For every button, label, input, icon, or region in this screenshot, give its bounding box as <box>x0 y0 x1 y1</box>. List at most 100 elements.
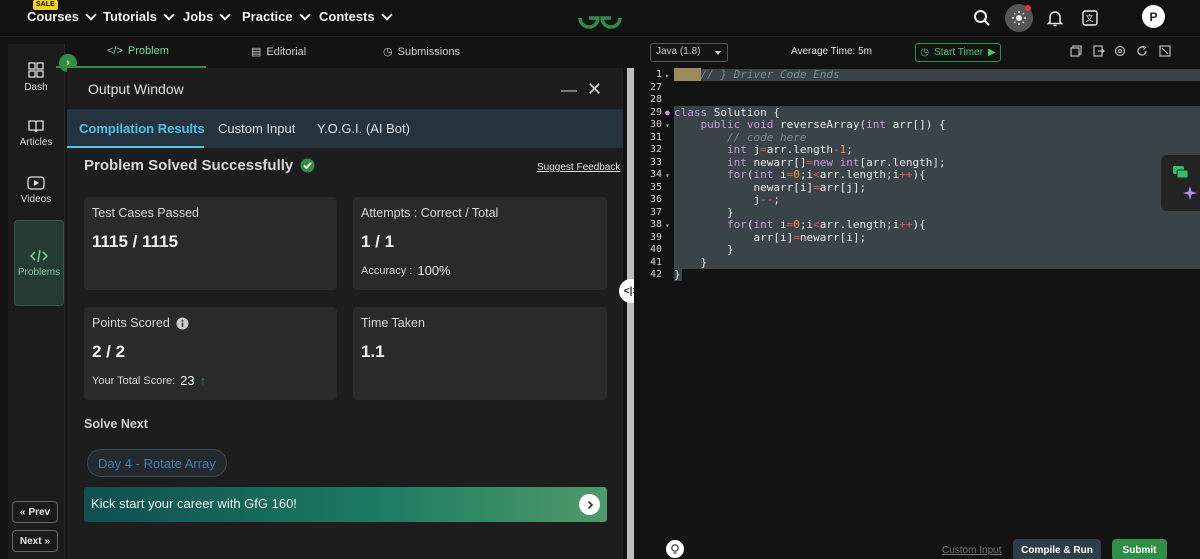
document-icon: ▤ <box>251 46 262 58</box>
submit-label: Submit <box>1122 544 1157 556</box>
chevron-down-icon <box>298 8 311 21</box>
tab-editorial[interactable]: ▤ Editorial <box>251 45 306 59</box>
card-label: Test Cases Passed <box>92 206 199 220</box>
submit-button[interactable]: Submit <box>1112 539 1167 559</box>
search-icon[interactable] <box>970 6 994 30</box>
line-number: 40 <box>649 244 662 255</box>
settings-icon[interactable] <box>1114 45 1126 57</box>
tab-problem[interactable]: </> Problem <box>107 45 169 57</box>
line-number: 32 <box>649 144 662 155</box>
compile-run-label: Compile & Run <box>1021 544 1093 556</box>
rail-label: Articles <box>19 136 53 148</box>
double-chevron-right-icon: » <box>44 535 51 547</box>
timer-icon: ◷ <box>920 47 930 58</box>
nav-tutorials[interactable]: Tutorials <box>103 8 175 24</box>
prev-button[interactable]: «Prev <box>12 501 58 523</box>
card-label-row: Points Scored <box>92 316 189 330</box>
language-select[interactable]: Java (1.8) <box>650 43 728 62</box>
card-value: 1115 / 1115 <box>92 232 179 251</box>
tab-yogi-ai-bot[interactable]: Y.O.G.I. (AI Bot) <box>317 121 410 136</box>
panel-scrollbar[interactable] <box>627 68 634 559</box>
book-icon <box>28 119 44 132</box>
fold-arrow-icon[interactable]: ▾ <box>665 171 670 180</box>
line-number: 36 <box>649 194 662 205</box>
avatar[interactable]: P <box>1142 5 1165 28</box>
rail-item-videos[interactable]: Videos <box>8 161 64 219</box>
translate-icon[interactable]: 文 <box>1078 6 1102 30</box>
line-gutter: 1 27 28 29 30 31 32 33 34 35 36 37 38 39… <box>634 66 672 536</box>
points-card: Points Scored 2 / 2 Your Total Score: 23 ↑ <box>84 307 337 400</box>
language-value: Java (1.8) <box>656 46 701 57</box>
reset-icon[interactable] <box>1136 45 1148 57</box>
copy-icon[interactable] <box>1070 45 1082 57</box>
nav-courses[interactable]: Courses <box>27 8 97 24</box>
banner-text: Kick start your career with GfG 160! <box>91 496 297 511</box>
card-value: 1.1 <box>361 342 385 361</box>
custom-input-link[interactable]: Custom Input <box>942 545 1001 556</box>
info-icon[interactable] <box>176 317 189 330</box>
theme-toggle-icon[interactable] <box>1005 4 1033 32</box>
accuracy-value: 100% <box>417 263 451 278</box>
status-message: Problem Solved Successfully <box>84 157 315 174</box>
line-number: 33 <box>649 156 662 168</box>
top-navigation: SALE Courses Tutorials Jobs Practice Con… <box>0 0 1200 37</box>
chevron-down-icon <box>219 8 232 21</box>
compile-run-button[interactable]: Compile & Run <box>1013 539 1101 559</box>
fold-arrow-icon[interactable]: ▾ <box>665 221 670 230</box>
ai-chat-button[interactable] <box>1161 155 1200 211</box>
status-text: Problem Solved Successfully <box>84 157 294 174</box>
next-button[interactable]: Next» <box>12 530 58 552</box>
average-time: Average Time: 5m <box>791 46 872 57</box>
suggest-feedback-link[interactable]: Suggest Feedback <box>537 162 620 173</box>
chevron-right-icon[interactable] <box>579 494 600 515</box>
line-number: 39 <box>649 231 662 243</box>
minimize-icon[interactable]: — <box>561 82 577 100</box>
close-icon[interactable]: ✕ <box>587 79 602 100</box>
total-score-row: Your Total Score: 23 ↑ <box>92 373 206 388</box>
double-chevron-left-icon: « <box>19 506 26 518</box>
left-rail: Dash Articles Videos Problems «Prev Next… <box>8 44 65 559</box>
fold-arrow-icon[interactable]: ▸ <box>665 71 670 80</box>
code-line: <..>// } Driver Code Ends <box>674 68 840 81</box>
line-number: 27 <box>649 81 662 93</box>
next-problem-link[interactable]: Day 4 - Rotate Array <box>87 449 227 477</box>
chevron-down-icon <box>380 8 393 21</box>
output-tabs: Compilation Results Custom Input Y.O.G.I… <box>67 110 623 148</box>
code-line: j--; <box>674 193 780 206</box>
sparkle-icon <box>1183 186 1197 200</box>
line-number: 31 <box>649 131 662 143</box>
dashboard-icon <box>28 61 44 78</box>
gfg160-banner[interactable]: Kick start your career with GfG 160! <box>84 487 607 522</box>
accuracy-row: Accuracy : 100% <box>361 263 451 278</box>
prev-label: Prev <box>28 506 51 518</box>
rail-item-articles[interactable]: Articles <box>8 104 64 162</box>
fullscreen-icon[interactable] <box>1159 45 1171 57</box>
notification-dot <box>1025 5 1031 11</box>
rail-label: Dash <box>24 81 48 93</box>
rail-label: Problems <box>17 266 61 278</box>
code-editor[interactable]: 1 27 28 29 30 31 32 33 34 35 36 37 38 39… <box>634 66 1200 536</box>
rail-label: Videos <box>20 193 52 205</box>
card-value: 2 / 2 <box>92 342 126 361</box>
nav-practice[interactable]: Practice <box>242 8 311 24</box>
start-timer-button[interactable]: ◷ Start Timer ▶ <box>915 43 1001 62</box>
tab-submissions[interactable]: ◷ Submissions <box>383 45 460 59</box>
nav-jobs[interactable]: Jobs <box>183 8 232 24</box>
code-icon: </> <box>107 45 123 57</box>
export-icon[interactable] <box>1093 45 1105 57</box>
bell-icon[interactable] <box>1043 6 1067 30</box>
lightbulb-icon[interactable] <box>666 540 684 558</box>
caret-down-icon <box>715 51 721 55</box>
rail-item-problems[interactable]: Problems <box>14 220 64 306</box>
attempts-card: Attempts : Correct / Total 1 / 1 Accurac… <box>353 197 607 290</box>
nav-contests[interactable]: Contests <box>319 8 393 24</box>
gfg-logo-icon[interactable] <box>576 5 624 31</box>
rail-item-dash[interactable]: Dash <box>8 48 64 106</box>
tab-compilation-results[interactable]: Compilation Results <box>79 121 205 136</box>
line-number: 37 <box>649 206 662 218</box>
tab-custom-input[interactable]: Custom Input <box>218 121 295 136</box>
fold-arrow-icon[interactable]: ▾ <box>665 121 670 130</box>
nav-practice-label: Practice <box>242 9 293 24</box>
chevron-down-icon <box>163 8 175 21</box>
breakpoint-icon[interactable]: ● <box>665 108 670 117</box>
